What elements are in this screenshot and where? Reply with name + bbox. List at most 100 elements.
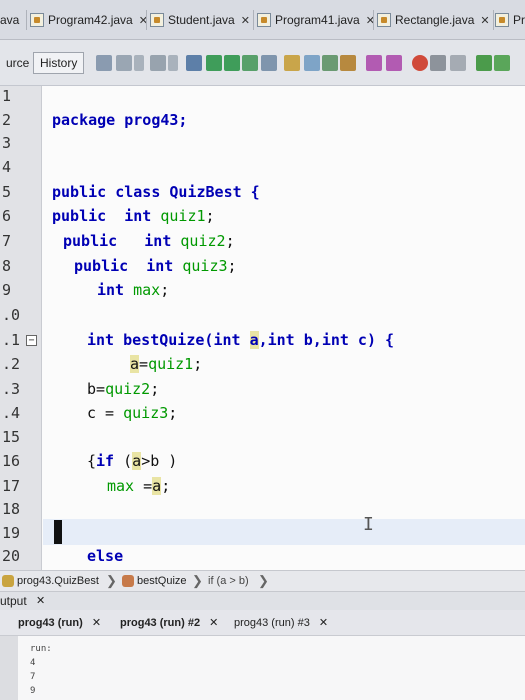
code-text: >b ): [141, 452, 178, 470]
tab-divider: [493, 10, 494, 30]
field-name: max: [107, 477, 135, 495]
find-selection-icon[interactable]: [242, 55, 258, 71]
tab-label: Pro: [513, 13, 525, 27]
field-name: max: [133, 281, 161, 299]
keyword: public: [52, 207, 107, 225]
close-icon[interactable]: ✕: [209, 617, 218, 629]
java-file-icon: [377, 13, 391, 27]
tab-divider: [253, 10, 254, 30]
back-dropdown-icon[interactable]: [134, 55, 144, 71]
console-line: run:: [30, 644, 52, 654]
method-name: bestQuize(: [114, 331, 214, 349]
code-line-17: max =a;: [107, 477, 170, 495]
breadcrumb-class[interactable]: prog43.QuizBest: [2, 575, 99, 587]
tab-partial-right[interactable]: Pro: [495, 8, 525, 32]
ibeam-cursor-icon: I: [363, 514, 374, 535]
next-bookmark-icon[interactable]: [322, 55, 338, 71]
class-icon: [2, 575, 14, 587]
close-icon[interactable]: ✕: [319, 617, 328, 629]
code-line-8: public int quiz3;: [74, 257, 237, 275]
code-text: QuizBest {: [160, 183, 260, 201]
code-text: =: [139, 355, 149, 373]
tab-program41[interactable]: Program41.java ✕: [257, 8, 375, 32]
tab-program42[interactable]: Program42.java ✕: [30, 8, 148, 32]
keyword: int: [213, 331, 241, 349]
code-line-16: {if (a>b ): [87, 452, 177, 470]
java-file-icon: [30, 13, 44, 27]
keyword: public: [74, 257, 129, 275]
toggle-highlight-icon[interactable]: [261, 55, 277, 71]
code-text: ;: [227, 257, 237, 275]
tab-rectangle[interactable]: Rectangle.java ✕: [377, 8, 490, 32]
code-text: b,: [294, 331, 322, 349]
forward-dropdown-icon[interactable]: [168, 55, 178, 71]
toggle-rectangular-selection-icon[interactable]: [284, 55, 300, 71]
shift-left-icon[interactable]: [366, 55, 382, 71]
close-icon[interactable]: ✕: [241, 14, 250, 27]
line-number: 18: [2, 500, 21, 518]
code-text: =: [134, 477, 153, 495]
code-line-11: int bestQuize(int a,int b,int c) {: [87, 331, 394, 349]
tab-label: ava: [0, 13, 20, 27]
chevron-right-icon: ❯: [192, 573, 203, 588]
forward-icon[interactable]: [150, 55, 166, 71]
code-text: ,: [258, 331, 268, 349]
previous-bookmark-icon[interactable]: [304, 55, 320, 71]
output-console[interactable]: run: 4 7 9: [0, 636, 525, 700]
keyword: package: [52, 111, 116, 129]
tab-divider: [26, 10, 27, 30]
line-number: 8: [2, 257, 12, 275]
current-line-highlight: [43, 519, 525, 545]
stop-icon[interactable]: [450, 55, 466, 71]
stop-macro-icon[interactable]: [430, 55, 446, 71]
close-icon[interactable]: ✕: [36, 594, 45, 607]
shift-right-icon[interactable]: [386, 55, 402, 71]
tab-student[interactable]: Student.java ✕: [150, 8, 250, 32]
line-number-gutter: 1 2 3 4 5 6 7 8 9 .0 .1 .2 .3 .4 15 16 1…: [0, 86, 42, 570]
output-tab-run[interactable]: prog43 (run) ✕: [18, 616, 101, 629]
history-tab[interactable]: History: [33, 52, 85, 74]
line-number: 3: [2, 134, 12, 152]
chevron-right-icon: ❯: [106, 573, 117, 588]
start-macro-icon[interactable]: [412, 55, 428, 71]
code-line-20: else: [87, 547, 123, 565]
comment-icon[interactable]: [476, 55, 492, 71]
code-line-5: public class QuizBest {: [52, 183, 260, 201]
output-tab-run-3[interactable]: prog43 (run) #3 ✕: [234, 616, 328, 629]
code-editor[interactable]: 1 2 3 4 5 6 7 8 9 .0 .1 .2 .3 .4 15 16 1…: [0, 86, 525, 570]
code-line-7: public int quiz2;: [63, 232, 235, 250]
close-icon[interactable]: ✕: [92, 617, 101, 629]
chevron-right-icon: ❯: [258, 573, 269, 588]
find-next-icon[interactable]: [224, 55, 240, 71]
output-tab-run-2[interactable]: prog43 (run) #2 ✕: [120, 616, 218, 629]
source-tab[interactable]: urce: [0, 52, 35, 74]
code-text: {: [87, 452, 97, 470]
code-fold-toggle[interactable]: −: [26, 335, 37, 346]
close-icon[interactable]: ✕: [480, 14, 489, 27]
last-edit-icon[interactable]: [96, 55, 112, 71]
variable: a: [152, 477, 162, 495]
line-number: 7: [2, 232, 12, 250]
keyword: if: [96, 452, 115, 470]
output-tab-label: prog43 (run) #2: [120, 617, 201, 629]
code-text: c) {: [348, 331, 395, 349]
keyword: int: [124, 207, 152, 225]
toggle-bookmark-icon[interactable]: [340, 55, 356, 71]
code-text: ;: [205, 207, 215, 225]
field-name: quiz3: [182, 257, 228, 275]
source-label: urce: [6, 56, 30, 70]
tab-partial-left[interactable]: ava: [0, 8, 19, 32]
breadcrumb-method[interactable]: bestQuize: [122, 575, 187, 587]
console-line: 7: [30, 672, 36, 682]
code-line-9: int max;: [97, 281, 169, 299]
breadcrumb-if[interactable]: if (a > b): [208, 575, 249, 587]
uncomment-icon[interactable]: [494, 55, 510, 71]
tab-divider: [146, 10, 147, 30]
back-icon[interactable]: [116, 55, 132, 71]
keyword: int: [321, 331, 349, 349]
variable: a: [130, 355, 140, 373]
field-name: quiz3: [123, 404, 169, 422]
find-previous-icon[interactable]: [206, 55, 222, 71]
line-number: 6: [2, 207, 12, 225]
find-icon[interactable]: [186, 55, 202, 71]
